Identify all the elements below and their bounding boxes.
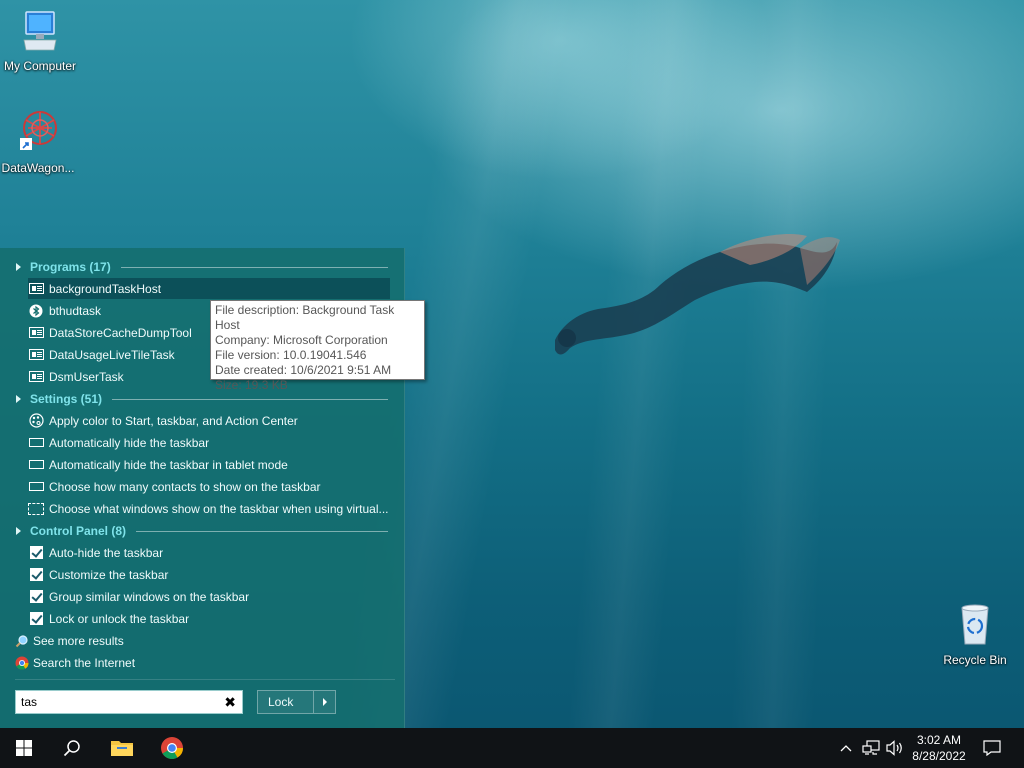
lock-button-label: Lock <box>268 695 294 709</box>
tooltip-line: Company: Microsoft Corporation <box>215 333 388 347</box>
wallpaper-diver <box>555 233 840 355</box>
item-label: Apply color to Start, taskbar, and Actio… <box>49 413 298 428</box>
action-center-button[interactable] <box>978 728 1006 768</box>
lock-button[interactable]: Lock <box>257 690 336 714</box>
see-more-results-link[interactable]: See more results <box>15 631 124 651</box>
palette-icon <box>28 413 44 429</box>
item-label: Lock or unlock the taskbar <box>49 611 190 626</box>
desktop-icon-label: DataWagon... <box>1 161 75 175</box>
magnifier-icon <box>15 634 29 648</box>
file-info-tooltip: File description: Background Task Host C… <box>210 300 425 392</box>
bluetooth-icon <box>28 303 44 319</box>
link-label: Search the Internet <box>33 656 136 670</box>
section-label: Settings (51) <box>30 392 103 406</box>
chrome-icon <box>161 737 183 759</box>
notification-icon <box>983 740 1001 756</box>
virtual-desktops-icon <box>28 501 44 517</box>
item-label: Choose what windows show on the taskbar … <box>49 501 389 516</box>
item-label: Automatically hide the taskbar in tablet… <box>49 457 288 472</box>
datawagon-icon <box>20 111 57 150</box>
desktop-icon-datawagon[interactable]: DataWagon... <box>0 108 78 175</box>
taskbar-clock[interactable]: 3:02 AM 8/28/2022 <box>905 732 973 764</box>
item-label: bthudtask <box>49 303 102 318</box>
control-panel-item-group-windows[interactable]: Group similar windows on the taskbar <box>28 586 390 607</box>
tooltip-line: Size: 19.3 KB <box>215 378 288 392</box>
settings-item-contacts[interactable]: Choose how many contacts to show on the … <box>28 476 390 497</box>
taskbar-icon <box>28 457 44 473</box>
desktop-icon-label: My Computer <box>3 59 77 73</box>
taskbar: 3:02 AM 8/28/2022 <box>0 728 1024 768</box>
settings-item-auto-hide[interactable]: Automatically hide the taskbar <box>28 432 390 453</box>
desktop-icon-recycle-bin[interactable]: Recycle Bin <box>935 602 1015 667</box>
control-panel-item-auto-hide[interactable]: Auto-hide the taskbar <box>28 542 390 563</box>
settings-item-virtual-desktops[interactable]: Choose what windows show on the taskbar … <box>28 498 390 519</box>
search-input[interactable] <box>21 695 221 709</box>
volume-button[interactable] <box>884 728 906 768</box>
clock-date: 8/28/2022 <box>912 749 966 763</box>
chrome-button[interactable] <box>148 728 196 768</box>
control-panel-item-lock[interactable]: Lock or unlock the taskbar <box>28 608 390 629</box>
clock-time: 3:02 AM <box>916 733 962 747</box>
computer-icon <box>23 11 57 51</box>
checkbox-icon <box>28 589 44 605</box>
search-internet-link[interactable]: Search the Internet <box>15 653 135 673</box>
network-button[interactable] <box>860 728 882 768</box>
item-label: Automatically hide the taskbar <box>49 435 210 450</box>
section-label: Control Panel (8) <box>30 524 127 538</box>
app-icon <box>28 369 44 385</box>
show-hidden-icons-button[interactable] <box>836 728 856 768</box>
program-item-backgroundtaskhost[interactable]: backgroundTaskHost <box>28 278 390 299</box>
taskbar-icon <box>28 435 44 451</box>
divider <box>120 266 388 268</box>
start-button[interactable] <box>0 728 48 768</box>
power-options-arrow-icon[interactable] <box>313 691 335 713</box>
tooltip-line: Date created: 10/6/2021 9:51 AM <box>215 363 392 377</box>
checkbox-icon <box>28 567 44 583</box>
item-label: Customize the taskbar <box>49 567 169 582</box>
divider <box>136 530 388 532</box>
tooltip-line: File version: 10.0.19041.546 <box>215 348 367 362</box>
network-icon <box>862 740 880 755</box>
link-label: See more results <box>33 634 124 648</box>
checkbox-icon <box>28 611 44 627</box>
app-icon <box>28 281 44 297</box>
volume-icon <box>886 740 902 756</box>
app-icon <box>28 325 44 341</box>
app-icon <box>28 347 44 363</box>
control-panel-item-customize[interactable]: Customize the taskbar <box>28 564 390 585</box>
item-label: DataStoreCacheDumpTool <box>49 325 192 340</box>
taskbar-icon <box>28 479 44 495</box>
file-explorer-button[interactable] <box>98 728 146 768</box>
item-label: Group similar windows on the taskbar <box>49 589 250 604</box>
item-label: Auto-hide the taskbar <box>49 545 164 560</box>
divider <box>112 398 388 400</box>
desktop-icon-label: Recycle Bin <box>943 653 1007 667</box>
settings-item-apply-color[interactable]: Apply color to Start, taskbar, and Actio… <box>28 410 390 431</box>
folder-icon <box>111 741 133 756</box>
search-field[interactable]: ✖ <box>15 690 243 714</box>
section-label: Programs (17) <box>30 260 111 274</box>
clear-search-icon[interactable]: ✖ <box>224 694 236 711</box>
expand-triangle-icon <box>16 395 21 403</box>
item-label: DataUsageLiveTileTask <box>49 347 175 362</box>
settings-item-auto-hide-tablet[interactable]: Automatically hide the taskbar in tablet… <box>28 454 390 475</box>
item-label: backgroundTaskHost <box>49 281 162 296</box>
tooltip-line: File description: Background Task Host <box>215 303 395 332</box>
divider <box>15 679 395 680</box>
chrome-icon <box>15 656 29 670</box>
chevron-up-icon <box>840 745 852 752</box>
item-label: Choose how many contacts to show on the … <box>49 479 321 494</box>
item-label: DsmUserTask <box>49 369 124 384</box>
expand-triangle-icon <box>16 263 21 271</box>
section-header-programs[interactable]: Programs (17) <box>16 257 388 277</box>
expand-triangle-icon <box>16 527 21 535</box>
search-icon <box>63 740 80 757</box>
section-header-control-panel[interactable]: Control Panel (8) <box>16 521 388 541</box>
windows-logo-icon <box>16 740 32 756</box>
search-button[interactable] <box>48 728 96 768</box>
recycle-bin-icon <box>961 604 989 645</box>
checkbox-icon <box>28 545 44 561</box>
desktop-icon-my-computer[interactable]: My Computer <box>0 10 80 73</box>
